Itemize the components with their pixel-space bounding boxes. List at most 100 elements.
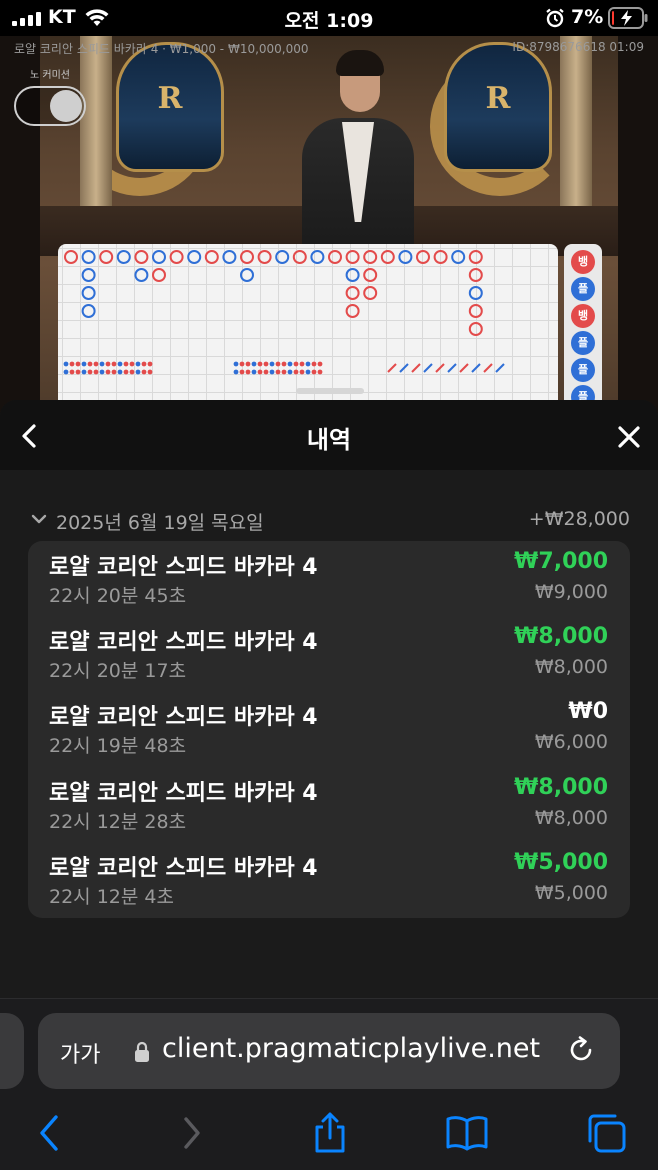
battery-icon xyxy=(608,7,648,29)
history-row[interactable]: 로얄 코리안 스피드 바카라 4 22시 20분 45초 ₩7,000 ₩9,0… xyxy=(28,541,630,616)
banker-badge: 뱅 xyxy=(571,304,595,328)
small-bead xyxy=(275,361,281,367)
bookmarks-icon[interactable] xyxy=(445,1111,489,1155)
crest-letter: R xyxy=(157,81,183,116)
history-row[interactable]: 로얄 코리안 스피드 바카라 4 22시 20분 17초 ₩8,000 ₩8,0… xyxy=(28,616,630,691)
cockroach-mark xyxy=(435,363,445,373)
small-bead xyxy=(111,361,117,367)
history-row[interactable]: 로얄 코리안 스피드 바카라 4 22시 12분 4초 ₩5,000 ₩5,00… xyxy=(28,842,630,917)
crest-right: R xyxy=(444,42,552,172)
bead xyxy=(292,250,307,264)
small-bead xyxy=(105,361,111,367)
chevron-down-icon xyxy=(31,514,47,524)
small-bead xyxy=(63,369,69,375)
game-name: 로얄 코리안 스피드 바카라 4 xyxy=(49,555,318,580)
small-bead xyxy=(317,369,323,375)
small-bead xyxy=(123,361,129,367)
bead xyxy=(433,250,448,264)
small-bead xyxy=(123,369,129,375)
prediction-column: 뱅플뱅플플플 xyxy=(564,244,602,416)
date-group-header[interactable]: 2025년 6월 19일 목요일 +₩28,000 xyxy=(30,506,630,534)
cockroach-mark xyxy=(423,363,433,373)
battery-percent: 7% xyxy=(571,6,604,28)
bead xyxy=(363,250,378,264)
bead xyxy=(345,304,360,318)
small-bead xyxy=(287,369,293,375)
small-bead xyxy=(93,369,99,375)
bead xyxy=(240,250,254,264)
small-bead xyxy=(239,369,245,375)
bead xyxy=(222,250,237,264)
history-row[interactable]: 로얄 코리안 스피드 바카라 4 22시 19분 48초 ₩0 ₩6,000 xyxy=(28,691,630,766)
bead xyxy=(169,250,184,264)
previous-tab-preview[interactable] xyxy=(0,1013,24,1089)
address-bar[interactable]: 가가 client.pragmaticplaylive.net xyxy=(38,1013,620,1089)
row-time: 22시 20분 17초 xyxy=(49,660,187,682)
small-bead xyxy=(63,361,69,367)
small-bead xyxy=(269,369,275,375)
small-bead xyxy=(87,361,93,367)
history-list: 로얄 코리안 스피드 바카라 4 22시 20분 45초 ₩7,000 ₩9,0… xyxy=(28,541,630,918)
bead xyxy=(81,250,96,264)
back-icon[interactable] xyxy=(28,1111,72,1155)
small-bead xyxy=(239,361,245,367)
reload-icon[interactable] xyxy=(566,1035,596,1065)
game-name: 로얄 코리안 스피드 바카라 4 xyxy=(49,705,318,730)
live-game-view[interactable]: R R 로얄 코리안 스피드 바카라 4 · ₩1,000 - ₩10,000,… xyxy=(0,36,658,416)
small-bead xyxy=(69,369,75,375)
small-bead xyxy=(245,369,251,375)
bet-amount: ₩8,000 xyxy=(534,807,608,829)
bead xyxy=(310,250,325,264)
history-row[interactable]: 로얄 코리안 스피드 바카라 4 22시 12분 28초 ₩8,000 ₩8,0… xyxy=(28,767,630,842)
share-icon[interactable] xyxy=(308,1111,352,1155)
bead xyxy=(99,250,114,264)
sheet-grabber[interactable] xyxy=(296,388,364,394)
small-bead xyxy=(263,361,269,367)
bead xyxy=(363,268,378,282)
small-bead xyxy=(299,369,305,375)
bead xyxy=(380,250,395,264)
small-bead xyxy=(311,369,317,375)
small-bead xyxy=(293,361,299,367)
alarm-icon xyxy=(546,8,564,28)
small-bead xyxy=(75,361,81,367)
small-bead xyxy=(141,361,147,367)
small-bead xyxy=(135,361,141,367)
game-name: 로얄 코리안 스피드 바카라 4 xyxy=(49,781,318,806)
bead xyxy=(134,268,149,282)
bead xyxy=(257,250,272,264)
close-icon[interactable] xyxy=(614,422,644,452)
small-bead xyxy=(87,369,93,375)
game-id: ID:8798676618 01:09 xyxy=(512,40,644,54)
bet-amount: ₩6,000 xyxy=(534,731,608,753)
date-label: 2025년 6월 19일 목요일 xyxy=(56,512,264,534)
row-time: 22시 19분 48초 xyxy=(49,735,187,757)
page-settings-button[interactable]: 가가 xyxy=(60,1037,100,1069)
small-bead xyxy=(117,369,123,375)
small-bead xyxy=(263,369,269,375)
small-bead xyxy=(233,369,239,375)
status-bar: KT 오전 1:09 7% xyxy=(0,0,658,36)
no-commission-toggle[interactable] xyxy=(14,86,86,126)
cockroach-mark xyxy=(495,363,505,373)
small-bead xyxy=(75,369,81,375)
sheet-title: 내역 xyxy=(306,426,352,454)
bead xyxy=(81,304,96,318)
date-total: +₩28,000 xyxy=(528,508,630,530)
bead xyxy=(468,322,483,336)
row-time: 22시 20분 45초 xyxy=(49,585,187,607)
small-bead xyxy=(299,361,305,367)
small-bead xyxy=(105,369,111,375)
bead xyxy=(64,250,78,264)
crest-left: R xyxy=(116,42,224,172)
win-amount: ₩5,000 xyxy=(514,850,608,875)
sheet-header: 내역 xyxy=(0,400,658,470)
tabs-icon[interactable] xyxy=(584,1111,628,1155)
no-commission-label: 노 커미션 xyxy=(30,70,70,81)
small-bead xyxy=(141,369,147,375)
cockroach-mark xyxy=(459,363,469,373)
small-bead xyxy=(257,361,263,367)
small-bead xyxy=(111,369,117,375)
bead xyxy=(468,304,483,318)
bead xyxy=(240,268,254,282)
